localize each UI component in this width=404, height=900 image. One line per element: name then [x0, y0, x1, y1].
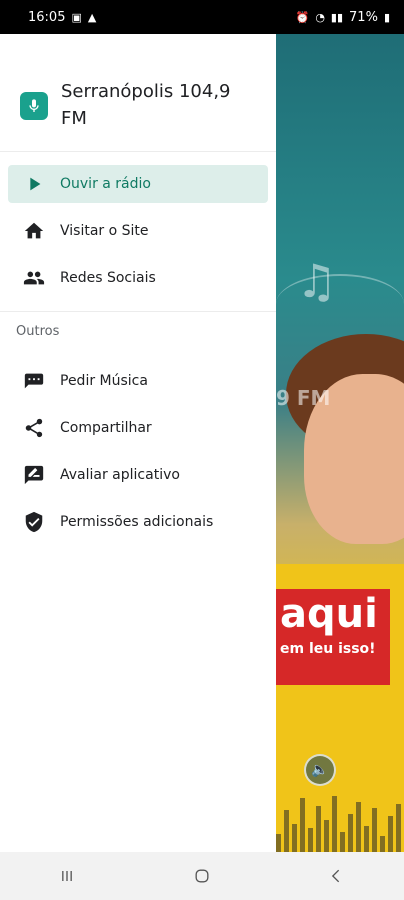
share-icon — [22, 416, 46, 440]
battery-icon: ▮ — [383, 10, 390, 24]
menu-item-label: Ouvir a rádio — [60, 176, 151, 192]
promo-banner: aqui em leu isso! — [276, 589, 390, 685]
menu-item-pedir-musica[interactable]: Pedir Música — [8, 362, 268, 400]
volume-icon[interactable]: 🔈 — [304, 754, 336, 786]
home-button[interactable] — [182, 861, 222, 891]
app-title: Serranópolis 104,9 FM — [61, 81, 231, 129]
menu-item-label: Compartilhar — [60, 420, 152, 436]
shield-check-icon — [22, 510, 46, 534]
play-icon — [22, 172, 46, 196]
menu-item-label: Pedir Música — [60, 373, 148, 389]
menu-divider — [0, 311, 276, 312]
system-navigation-bar — [0, 852, 404, 900]
rate-review-icon — [22, 463, 46, 487]
status-left: 16:05 ▣ ▲ — [28, 10, 96, 25]
message-icon — [22, 369, 46, 393]
home-icon — [22, 219, 46, 243]
navigation-drawer: Serranópolis 104,9 FM Ouvir a rádio Visi… — [0, 34, 276, 852]
background-frequency-text: 9 FM — [276, 386, 331, 410]
recent-apps-button[interactable] — [47, 861, 87, 891]
status-bar: 16:05 ▣ ▲ ⏰ ◔ ▮▮ 71% ▮ — [0, 0, 404, 34]
wifi-icon: ◔ — [315, 10, 325, 24]
equalizer-bars — [276, 794, 404, 852]
promo-banner-title: aqui — [280, 591, 378, 637]
promo-banner-subtitle: em leu isso! — [280, 641, 376, 657]
section-label-outros: Outros — [16, 324, 60, 339]
menu-item-label: Permissões adicionais — [60, 514, 214, 530]
menu-item-ouvir-a-radio[interactable]: Ouvir a rádio — [8, 165, 268, 203]
warning-icon: ▲ — [87, 10, 97, 24]
signal-icon: ▮▮ — [330, 10, 344, 24]
menu-item-visitar-o-site[interactable]: Visitar o Site — [8, 212, 268, 250]
people-icon — [22, 266, 46, 290]
background-app-content[interactable]: ♫ 9 FM aqui em leu isso! 🔈 — [276, 34, 404, 852]
menu-item-redes-sociais[interactable]: Redes Sociais — [8, 259, 268, 297]
menu-item-compartilhar[interactable]: Compartilhar — [8, 409, 268, 447]
menu-item-label: Redes Sociais — [60, 270, 156, 286]
microphone-icon — [20, 92, 48, 120]
status-time: 16:05 — [28, 9, 66, 25]
gallery-notification-icon: ▣ — [71, 10, 82, 24]
alarm-icon: ⏰ — [295, 10, 310, 24]
battery-percentage: 71% — [349, 9, 378, 25]
menu-item-label: Visitar o Site — [60, 223, 149, 239]
back-button[interactable] — [317, 861, 357, 891]
menu-item-permissoes-adicionais[interactable]: Permissões adicionais — [8, 503, 268, 541]
menu-item-label: Avaliar aplicativo — [60, 467, 180, 483]
decorative-wave — [276, 274, 404, 334]
status-right: ⏰ ◔ ▮▮ 71% ▮ — [296, 10, 390, 25]
menu-item-avaliar-aplicativo[interactable]: Avaliar aplicativo — [8, 456, 268, 494]
drawer-header: Serranópolis 104,9 FM — [0, 34, 276, 152]
